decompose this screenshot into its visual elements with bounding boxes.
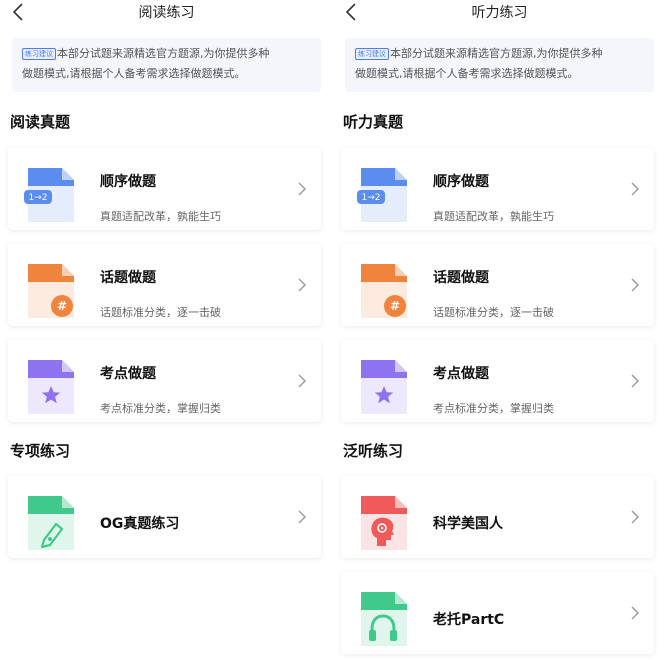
card-title: 科学美国人 — [433, 516, 503, 532]
page-title: 听力练习 — [471, 5, 528, 21]
card-keypoint-practice[interactable]: 考点做题 考点标准分类，掌握归类 — [341, 340, 654, 422]
topic-hash-doc-icon: # — [22, 262, 78, 322]
tip-text-line2: 做题模式,请根据个人备考需求选择做题模式。 — [22, 67, 246, 80]
card-order-practice[interactable]: 1→2 顺序做题 真题适配改革，孰能生巧 — [8, 148, 321, 230]
listening-panel: 听力练习 练习建议 本部分试题来源精选官方题源,为你提供多种 做题模式,请根据个人… — [333, 0, 666, 660]
svg-text:#: # — [390, 299, 400, 313]
order-doc-icon: 1→2 — [357, 166, 411, 226]
card-topic-practice[interactable]: # 话题做题 话题标准分类，逐一击破 — [341, 244, 654, 326]
svg-text:#: # — [57, 299, 67, 313]
tip-text-line2: 做题模式,请根据个人备考需求选择做题模式。 — [355, 67, 579, 80]
card-subtitle: 真题适配改革，孰能生巧 — [100, 210, 221, 223]
card-subtitle: 话题标准分类，逐一击破 — [433, 306, 554, 319]
tip-text-line1: 本部分试题来源精选官方题源,为你提供多种 — [390, 47, 603, 60]
chevron-right-icon — [631, 510, 639, 524]
card-keypoint-practice[interactable]: 考点做题 考点标准分类，掌握归类 — [8, 340, 321, 422]
svg-text:1→2: 1→2 — [29, 193, 48, 203]
card-title: 顺序做题 — [100, 174, 156, 190]
card-subtitle: 话题标准分类，逐一击破 — [100, 306, 221, 319]
card-subtitle: 真题适配改革，孰能生巧 — [433, 210, 554, 223]
card-title: 考点做题 — [433, 366, 489, 382]
tip-badge: 练习建议 — [22, 48, 56, 60]
chevron-right-icon — [631, 278, 639, 292]
card-subtitle: 考点标准分类，掌握归类 — [100, 402, 221, 415]
star-doc-icon — [22, 358, 78, 418]
card-title: 考点做题 — [100, 366, 156, 382]
card-title: 话题做题 — [100, 270, 156, 286]
headphones-doc-icon — [355, 590, 411, 650]
section-title-extensive: 泛听练习 — [343, 442, 404, 460]
tip-badge: 练习建议 — [355, 48, 389, 60]
chevron-right-icon — [631, 606, 639, 620]
section-title-listening-real: 听力真题 — [343, 113, 404, 131]
head-listening-doc-icon — [355, 494, 411, 554]
card-subtitle: 考点标准分类，掌握归类 — [433, 402, 554, 415]
card-topic-practice[interactable]: # 话题做题 话题标准分类，逐一击破 — [8, 244, 321, 326]
chevron-right-icon — [298, 182, 306, 196]
nav-bar: 听力练习 — [333, 0, 666, 28]
chevron-right-icon — [631, 374, 639, 388]
card-toefl-partc[interactable]: 老托PartC — [341, 572, 654, 654]
practice-tip: 练习建议 本部分试题来源精选官方题源,为你提供多种 做题模式,请根据个人备考需求选… — [12, 38, 321, 92]
card-scientific-american[interactable]: 科学美国人 — [341, 476, 654, 558]
order-doc-icon: 1→2 — [24, 166, 78, 226]
chevron-right-icon — [298, 278, 306, 292]
reading-panel: 阅读练习 练习建议 本部分试题来源精选官方题源,为你提供多种 做题模式,请根据个人… — [0, 0, 333, 660]
section-title-special: 专项练习 — [10, 442, 71, 460]
page-title: 阅读练习 — [138, 5, 195, 21]
card-og-practice[interactable]: OG真题练习 — [8, 476, 321, 558]
card-title: 话题做题 — [433, 270, 489, 286]
card-order-practice[interactable]: 1→2 顺序做题 真题适配改革，孰能生巧 — [341, 148, 654, 230]
card-title: 老托PartC — [433, 612, 505, 628]
star-doc-icon — [355, 358, 411, 418]
card-title: OG真题练习 — [100, 516, 180, 532]
topic-hash-doc-icon: # — [355, 262, 411, 322]
chevron-right-icon — [631, 182, 639, 196]
section-title-reading-real: 阅读真题 — [10, 113, 71, 131]
tip-text-line1: 本部分试题来源精选官方题源,为你提供多种 — [57, 47, 270, 60]
pen-doc-icon — [22, 494, 78, 554]
practice-tip: 练习建议 本部分试题来源精选官方题源,为你提供多种 做题模式,请根据个人备考需求选… — [345, 38, 654, 92]
nav-bar: 阅读练习 — [0, 0, 333, 28]
card-title: 顺序做题 — [433, 174, 489, 190]
chevron-right-icon — [298, 510, 306, 524]
svg-text:1→2: 1→2 — [362, 193, 381, 203]
chevron-right-icon — [298, 374, 306, 388]
